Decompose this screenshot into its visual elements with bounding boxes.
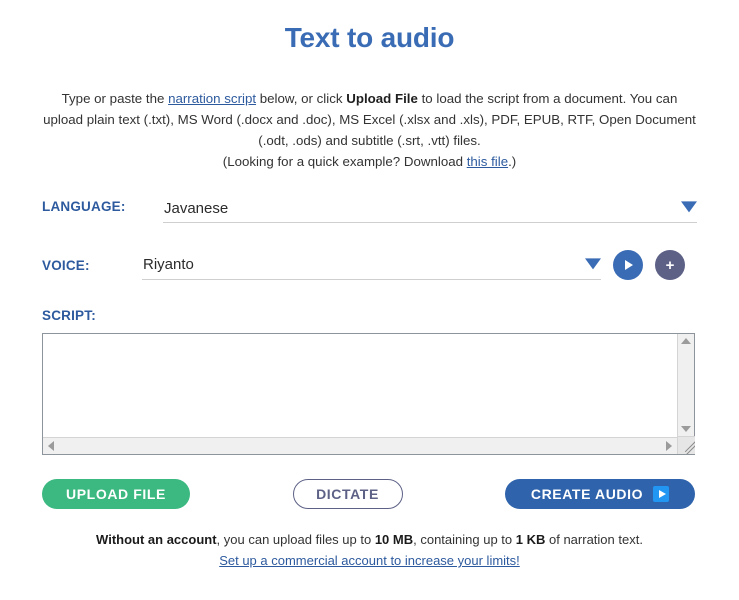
add-voice-button[interactable]: + bbox=[655, 250, 685, 280]
commercial-account-link[interactable]: Set up a commercial account to increase … bbox=[219, 553, 520, 568]
script-textarea-main bbox=[43, 334, 677, 454]
horizontal-scrollbar[interactable] bbox=[43, 437, 677, 454]
without-account-emphasis: Without an account bbox=[96, 532, 217, 547]
chevron-down-icon[interactable] bbox=[681, 201, 697, 213]
voice-label: VOICE: bbox=[42, 257, 90, 273]
chevron-down-icon[interactable] bbox=[585, 257, 601, 269]
limits-mid-2: , containing up to bbox=[413, 532, 516, 547]
upload-file-emphasis: Upload File bbox=[346, 91, 418, 106]
example-prefix: (Looking for a quick example? Download bbox=[222, 154, 467, 169]
plus-icon: + bbox=[665, 256, 675, 274]
scroll-up-icon[interactable] bbox=[681, 338, 691, 344]
scroll-left-icon[interactable] bbox=[48, 441, 54, 451]
dictate-button[interactable]: DICTATE bbox=[292, 479, 403, 509]
vertical-scrollbar[interactable] bbox=[677, 334, 695, 454]
play-icon bbox=[625, 260, 633, 270]
text-size-limit: 1 KB bbox=[515, 532, 546, 547]
script-input[interactable] bbox=[43, 334, 677, 437]
account-limits-text: Without an account, you can upload files… bbox=[0, 529, 739, 550]
this-file-link[interactable]: this file bbox=[467, 154, 508, 169]
voice-select[interactable]: Riyanto bbox=[142, 251, 601, 280]
form-area: LANGUAGE: Javanese VOICE: Riyanto + SCRI… bbox=[0, 194, 739, 509]
action-button-row: UPLOAD FILE DICTATE CREATE AUDIO bbox=[42, 479, 695, 509]
voice-row: VOICE: Riyanto + bbox=[42, 250, 697, 280]
footer-note: Without an account, you can upload files… bbox=[0, 529, 739, 571]
play-icon bbox=[653, 486, 670, 502]
language-select[interactable]: Javanese bbox=[163, 194, 697, 223]
limits-mid-1: , you can upload files up to bbox=[216, 532, 375, 547]
scroll-right-icon[interactable] bbox=[666, 441, 672, 451]
description-paragraph: Type or paste the narration script below… bbox=[0, 54, 739, 172]
text-to-audio-page: Text to audio Type or paste the narratio… bbox=[0, 0, 739, 600]
language-selected-value: Javanese bbox=[164, 199, 229, 217]
upload-size-limit: 10 MB bbox=[374, 532, 414, 547]
limits-mid-3: of narration text. bbox=[545, 532, 643, 547]
language-row: LANGUAGE: Javanese bbox=[42, 194, 697, 223]
script-textarea-container bbox=[42, 333, 695, 455]
create-audio-label: CREATE AUDIO bbox=[530, 486, 644, 502]
upload-file-button[interactable]: UPLOAD FILE bbox=[42, 479, 190, 509]
example-suffix: .) bbox=[508, 154, 517, 169]
voice-preview-button[interactable] bbox=[613, 250, 643, 280]
desc-segment-2: below, or click bbox=[256, 91, 347, 106]
resize-grip-icon[interactable] bbox=[678, 436, 695, 454]
page-title: Text to audio bbox=[284, 22, 455, 53]
example-line: (Looking for a quick example? Download t… bbox=[42, 151, 697, 172]
script-label: SCRIPT: bbox=[42, 308, 96, 323]
scroll-down-icon[interactable] bbox=[681, 426, 691, 432]
scroll-v-track[interactable] bbox=[678, 334, 694, 436]
voice-selected-value: Riyanto bbox=[143, 256, 194, 273]
create-audio-button[interactable]: CREATE AUDIO bbox=[505, 479, 695, 509]
commercial-account-line: Set up a commercial account to increase … bbox=[0, 550, 739, 571]
narration-script-link[interactable]: narration script bbox=[168, 91, 256, 106]
desc-segment-1: Type or paste the bbox=[61, 91, 169, 106]
language-label: LANGUAGE: bbox=[42, 199, 126, 214]
